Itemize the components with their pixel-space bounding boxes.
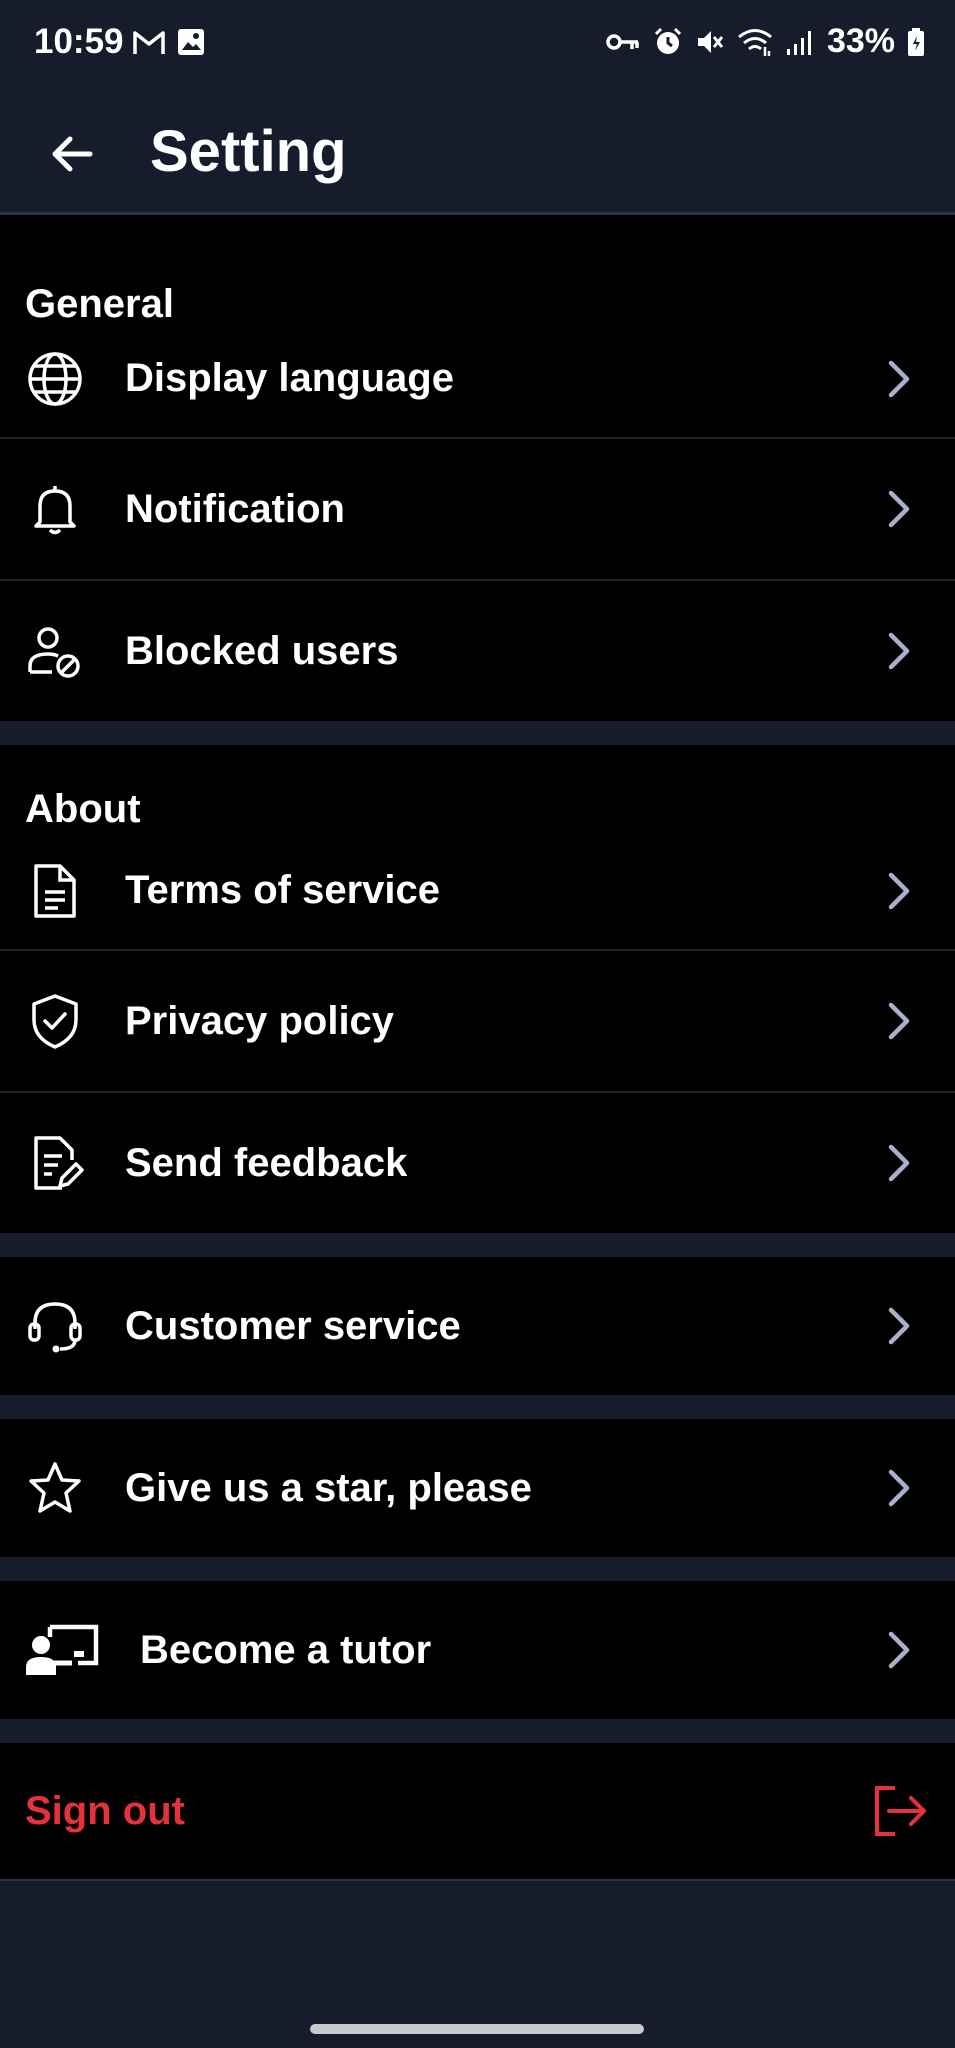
sign-out-button[interactable]: Sign out: [0, 1743, 955, 1881]
settings-item-customer-service[interactable]: Customer service: [0, 1257, 955, 1395]
home-indicator[interactable]: [310, 2024, 644, 2034]
settings-item-display-language[interactable]: Display language: [0, 320, 955, 439]
chevron-right-icon: [888, 1631, 910, 1669]
settings-item-label: Notification: [125, 486, 345, 531]
chevron-right-icon: [888, 360, 910, 397]
chevron-right-icon: [888, 1469, 910, 1507]
image-icon: [178, 29, 204, 55]
settings-item-label: Terms of service: [125, 868, 440, 912]
settings-item-become-tutor[interactable]: Become a tutor: [0, 1581, 955, 1719]
chevron-right-icon: [888, 490, 910, 528]
section-separator: [0, 1233, 955, 1257]
settings-list: General Display language Notification Bl…: [0, 215, 955, 1881]
settings-item-label: Become a tutor: [140, 1627, 432, 1672]
settings-item-blocked-users[interactable]: Blocked users: [0, 581, 955, 721]
chevron-right-icon: [888, 1307, 910, 1345]
section-heading-about: About: [25, 787, 141, 831]
bell-icon: [34, 486, 76, 535]
chevron-right-icon: [888, 1144, 910, 1182]
star-icon: [29, 1462, 81, 1513]
headset-icon: [28, 1302, 82, 1353]
chevron-right-icon: [888, 872, 910, 909]
section-separator: [0, 721, 955, 745]
page-title: Setting: [150, 119, 347, 184]
general-section: General Display language Notification Bl…: [0, 215, 955, 721]
settings-item-label: Customer service: [125, 1303, 461, 1348]
section-separator: [0, 1557, 955, 1581]
shield-check-icon: [32, 994, 78, 1049]
settings-item-notification[interactable]: Notification: [0, 439, 955, 581]
settings-item-label: Blocked users: [125, 628, 399, 673]
status-bar: 10:59 33%: [0, 0, 955, 88]
blocked-user-icon: [28, 627, 80, 678]
alarm-icon: [654, 27, 681, 54]
settings-item-send-feedback[interactable]: Send feedback: [0, 1093, 955, 1233]
battery-percent: 33%: [826, 22, 895, 60]
section-separator: [0, 1719, 955, 1743]
settings-item-label: Send feedback: [125, 1140, 408, 1185]
battery-icon: [908, 27, 924, 56]
status-right-icons: 33%: [605, 22, 925, 61]
settings-item-privacy-policy[interactable]: Privacy policy: [0, 951, 955, 1093]
about-section: About Terms of service Privacy policy Se…: [0, 745, 955, 1233]
back-arrow-icon[interactable]: [44, 126, 100, 182]
settings-item-label: Display language: [125, 356, 454, 400]
settings-item-label: Give us a star, please: [125, 1465, 532, 1510]
status-notification-icons: [132, 27, 206, 57]
sign-out-label: Sign out: [25, 1788, 185, 1833]
settings-item-give-star[interactable]: Give us a star, please: [0, 1419, 955, 1557]
signal-icon: [786, 30, 811, 55]
tutor-board-icon: [26, 1624, 99, 1675]
gmail-icon: [133, 31, 165, 54]
mute-icon: [697, 30, 724, 53]
section-separator: [0, 1395, 955, 1419]
wifi-icon: [737, 28, 772, 56]
chevron-right-icon: [888, 1002, 910, 1040]
vpn-key-icon: [606, 33, 639, 50]
document-icon: [34, 863, 76, 918]
logout-icon: [875, 1786, 926, 1836]
feedback-edit-icon: [34, 1136, 84, 1190]
settings-item-label: Privacy policy: [125, 998, 395, 1043]
status-time: 10:59: [34, 22, 124, 61]
settings-item-terms-of-service[interactable]: Terms of service: [0, 832, 955, 951]
chevron-right-icon: [888, 632, 910, 670]
globe-icon: [28, 351, 82, 406]
app-bar: Setting: [0, 88, 955, 215]
